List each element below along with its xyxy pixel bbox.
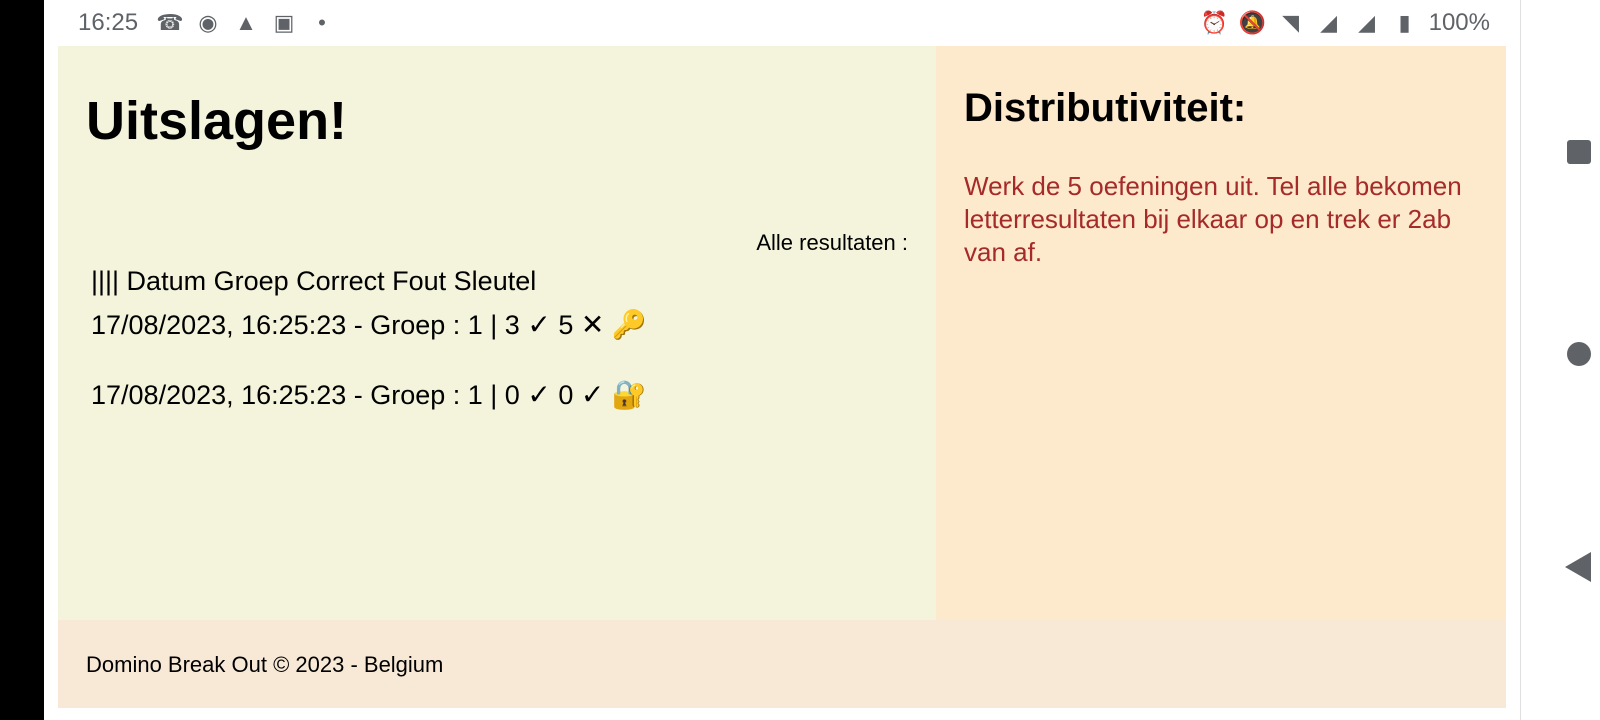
recents-button[interactable] [1567,140,1591,164]
key-icon: 🔑 [611,309,647,340]
alarm-icon: ⏰ [1200,10,1229,35]
all-results-label: Alle resultaten : [756,230,908,255]
footer-text: Domino Break Out © 2023 - Belgium [86,652,444,677]
warning-icon: ▲ [235,10,257,35]
web-page: Uitslagen! Alle resultaten : |||| Datum … [58,46,1506,708]
exercise-panel: Distributiviteit: Werk de 5 oefeningen u… [936,46,1506,620]
app-notification-icon: ▣ [273,10,295,35]
result-fout-count: 0 [558,380,574,410]
exercise-title: Distributiviteit: [964,86,1247,130]
result-row: 17/08/2023, 16:25:23 - Groep : 1 | 3 ✓ 5… [91,308,647,341]
result-row-text: 17/08/2023, 16:25:23 - Groep : 1 | 0 [91,380,520,410]
signal-icon: ◢ [1358,10,1376,35]
result-row-text: 17/08/2023, 16:25:23 - Groep : 1 | 3 [91,310,520,340]
notification-icons: ☎ ◉ ▲ ▣ • [156,9,336,37]
check-icon: ✓ [527,379,551,410]
status-bar: 16:25 ☎ ◉ ▲ ▣ • ⏰ 🔕 ◥ ◢ ◢ ▮ 100% [44,0,1520,46]
spotify-icon: ◉ [198,10,218,35]
page-title: Uitslagen! [86,91,348,151]
bell-off-icon: 🔕 [1238,10,1267,35]
results-table-header: |||| Datum Groep Correct Fout Sleutel [91,266,537,296]
missed-call-icon: ☎ [156,10,184,35]
check-icon: ✓ [527,309,551,340]
locked-with-key-icon: 🔐 [611,379,647,410]
left-bezel [0,0,44,720]
results-section: Uitslagen! Alle resultaten : |||| Datum … [58,46,936,620]
navigation-bar [1520,0,1600,720]
wifi-icon: ◥ [1282,10,1300,35]
system-icons: ⏰ 🔕 ◥ ◢ ◢ ▮ 100% [1201,9,1490,37]
result-fout-count: 5 [558,310,574,340]
exercise-instructions: Werk de 5 oefeningen uit. Tel alle bekom… [964,171,1462,267]
back-button[interactable] [1565,552,1591,582]
battery-percentage: 100% [1428,9,1490,36]
check-icon: ✓ [580,379,605,410]
home-button[interactable] [1567,342,1591,366]
cross-icon: ✕ [580,309,605,340]
signal-roaming-icon: ◢ [1320,10,1338,35]
page-footer: Domino Break Out © 2023 - Belgium [58,620,1506,708]
result-row: 17/08/2023, 16:25:23 - Groep : 1 | 0 ✓ 0… [91,378,647,411]
device-screen: 16:25 ☎ ◉ ▲ ▣ • ⏰ 🔕 ◥ ◢ ◢ ▮ 100% Uitslag… [0,0,1600,720]
battery-icon: ▮ [1398,10,1411,35]
status-time: 16:25 [78,9,139,36]
more-notifications-dot-icon: • [318,10,326,35]
